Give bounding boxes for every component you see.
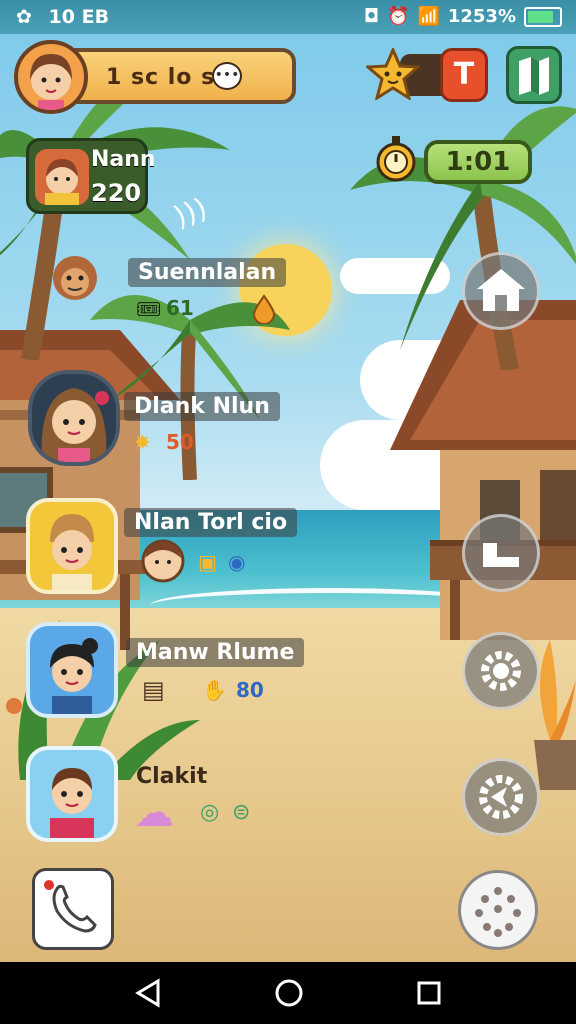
wifi-icon: 📶 [417,6,440,27]
battery-level [528,10,553,23]
friend-name-2[interactable]: Dlank Nlun [124,392,280,421]
drop-icon [252,294,276,324]
settings-button[interactable] [462,632,540,710]
friend-avatar-2[interactable] [28,370,120,466]
mini-face-icon [141,539,185,583]
radio-icon: ▤ [142,676,165,704]
villager-face-icon [45,159,79,205]
map-button[interactable] [506,46,562,104]
build-button[interactable] [462,514,540,592]
status-left: ✿ 10 EB [16,6,109,28]
friend-stat-1: 61 [166,296,194,320]
friend-name-5[interactable]: Clakit [126,762,217,791]
palm-tree [350,106,576,370]
gear-icon [481,651,521,691]
friend-name-4[interactable]: Manw Rlume [126,638,305,667]
status-percent: 1253% [447,6,516,27]
back-icon[interactable] [134,978,162,1008]
friend-avatar-4[interactable] [26,622,118,718]
player-avatar[interactable] [14,40,88,114]
notification-icon: ◘ [363,6,380,27]
home-button[interactable] [462,252,540,330]
build-icon [483,543,519,567]
status-time: 10 EB [48,6,110,28]
status-right: ◘ ⏰ 📶 1253% [364,6,562,27]
chat-bubble-icon[interactable]: ••• [212,62,242,90]
friend-name-1[interactable]: Suennlalan [128,258,287,287]
globe-icon: ◉ [228,550,246,574]
level-card-avatar [35,149,89,205]
house-icon [477,269,525,311]
star-icon[interactable] [366,48,420,100]
phone-button[interactable] [32,868,114,950]
eye-icon: ⊜ [232,800,251,825]
dots-grid-icon [475,887,521,937]
friend-avatar-3[interactable] [26,498,118,594]
home-nav-icon[interactable] [274,978,304,1008]
compass-gear-icon [479,775,523,819]
phone-icon [44,880,97,933]
settings-status-icon: ✿ [16,6,32,28]
more-options-button[interactable] [458,870,538,950]
bubble-icon: ☁ [134,790,174,836]
waving-boy-icon [50,768,94,838]
recents-icon[interactable] [416,980,442,1006]
map-icon [519,57,549,95]
alarm-icon: ⏰ [387,6,410,27]
hand-icon: ✋ [202,678,227,702]
friend-stat-4: 80 [236,678,264,702]
girl-face-icon [30,54,72,110]
gift-icon: 🎟 [136,297,162,321]
level-card-name: Nann [91,147,156,172]
level-card-value: 220 [91,179,142,207]
navigate-button[interactable] [462,758,540,836]
girl-brown-hair-icon [41,388,109,462]
friend-avatar-monkey-icon[interactable] [46,250,104,304]
battery-icon [524,6,562,27]
player-info-text: 1 sc lo s [106,65,216,90]
stopwatch-icon [376,136,416,182]
android-nav-bar [0,962,576,1024]
leaf-icon: ◎ [200,800,220,825]
sparkle-icon: ✸ [134,430,151,454]
t-badge-button[interactable]: T [440,48,488,102]
status-bar: ✿ 10 EB ◘ ⏰ 📶 1253% [0,0,576,34]
tag-icon: ▣ [198,550,217,574]
level-card[interactable]: Nann 220 [26,138,156,214]
friend-avatar-5[interactable] [26,746,118,842]
boy-hat-icon [50,514,94,590]
friend-name-3[interactable]: Nlan Torl cio [124,508,298,537]
friend-stat-2: 50 [166,430,194,454]
waving-girl-icon [50,638,98,714]
timer-display: 1:01 [424,140,532,184]
